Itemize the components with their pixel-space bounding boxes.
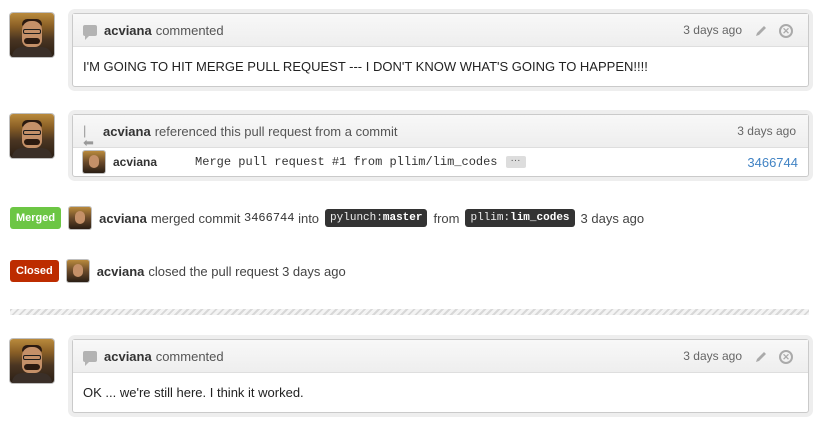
avatar[interactable]	[10, 13, 54, 57]
comment-action: commented	[155, 348, 224, 364]
reference-event: |⬅ acviana referenced this pull request …	[72, 114, 809, 177]
head-branch: lim_codes	[510, 212, 570, 224]
commit-avatar[interactable]	[83, 151, 105, 173]
comment-time[interactable]: 3 days ago	[683, 23, 742, 37]
close-icon[interactable]: ✕	[779, 350, 793, 364]
head-branch-label[interactable]: pllim:lim_codes	[465, 209, 575, 227]
avatar[interactable]	[10, 339, 54, 383]
comment-2: acviana commented 3 days ago ✕ OK ... we…	[72, 339, 809, 413]
reference-time[interactable]: 3 days ago	[737, 124, 796, 138]
base-owner: pylunch	[330, 212, 377, 224]
avatar[interactable]	[66, 260, 89, 282]
avatar[interactable]	[10, 114, 54, 158]
expand-commit-button[interactable]: ···	[505, 156, 526, 168]
merged-badge: Merged	[10, 207, 62, 229]
comment-author[interactable]: acviana	[104, 349, 152, 364]
comment-header: acviana commented 3 days ago ✕	[73, 14, 808, 47]
comment-body: OK ... we're still here. I think it work…	[83, 385, 304, 400]
reference-author[interactable]: acviana	[103, 124, 151, 139]
timeline-divider	[10, 309, 809, 315]
event-text: closed the pull request 3 days ago	[148, 263, 346, 279]
event-author[interactable]: acviana	[97, 264, 145, 279]
speech-bubble-icon	[83, 350, 97, 366]
commit-row: acviana Merge pull request #1 from pllim…	[73, 148, 808, 176]
event-text: into	[298, 210, 320, 226]
comment-author[interactable]: acviana	[104, 23, 152, 38]
base-branch: master	[382, 212, 423, 224]
commit-message[interactable]: Merge pull request #1 from pllim/lim_cod…	[195, 155, 497, 169]
comment-body: I'M GOING TO HIT MERGE PULL REQUEST --- …	[83, 59, 648, 74]
comment-time[interactable]: 3 days ago	[683, 349, 742, 363]
merged-commit-sha[interactable]: 3466744	[244, 211, 294, 225]
event-text: merged commit	[150, 210, 241, 226]
base-branch-label[interactable]: pylunch:master	[325, 209, 428, 227]
comment-action: commented	[155, 22, 224, 38]
event-author[interactable]: acviana	[99, 211, 147, 226]
commit-sha-link[interactable]: 3466744	[747, 155, 798, 170]
avatar[interactable]	[69, 207, 92, 229]
head-owner: pllim	[470, 212, 504, 224]
event-text: from	[433, 210, 460, 226]
closed-badge: Closed	[10, 260, 59, 282]
reference-arrow-icon: |⬅	[83, 123, 94, 150]
commit-author[interactable]: acviana	[113, 155, 157, 169]
comment-1: acviana commented 3 days ago ✕ I'M GOING…	[72, 13, 809, 87]
reference-action: referenced this pull request from a comm…	[154, 123, 398, 139]
reference-header: |⬅ acviana referenced this pull request …	[73, 115, 808, 150]
speech-bubble-icon	[83, 24, 97, 40]
merged-event: Merged acviana merged commit 3466744 int…	[10, 207, 644, 229]
event-time[interactable]: 3 days ago	[581, 211, 645, 226]
pencil-icon[interactable]	[754, 24, 768, 38]
close-icon[interactable]: ✕	[779, 24, 793, 38]
pencil-icon[interactable]	[754, 350, 768, 364]
comment-header: acviana commented 3 days ago ✕	[73, 340, 808, 373]
closed-event: Closed acviana closed the pull request 3…	[10, 260, 346, 282]
